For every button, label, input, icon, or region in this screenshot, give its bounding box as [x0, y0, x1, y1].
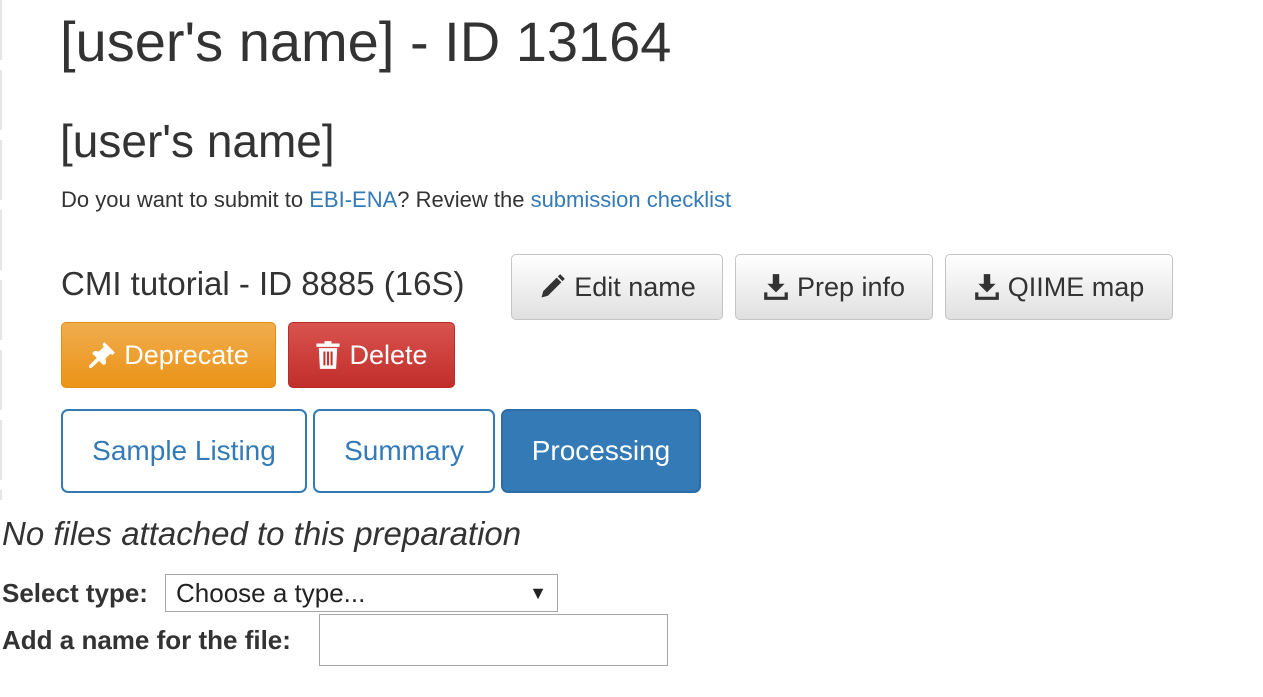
- caret-down-icon: ▼: [529, 582, 547, 603]
- tab-processing[interactable]: Processing: [501, 409, 701, 493]
- prep-info-button[interactable]: Prep info: [735, 254, 933, 320]
- study-name: [user's name]: [60, 115, 335, 167]
- edit-name-button[interactable]: Edit name: [511, 254, 723, 320]
- ebi-submission-note: Do you want to submit to EBI-ENA? Review…: [61, 187, 731, 213]
- download-icon: [974, 273, 1000, 301]
- delete-label: Delete: [349, 339, 428, 370]
- download-icon: [763, 273, 789, 301]
- ebi-note-prefix: Do you want to submit to: [61, 187, 310, 212]
- submission-checklist-link[interactable]: submission checklist: [531, 187, 732, 212]
- edit-name-label: Edit name: [574, 271, 696, 302]
- ebi-note-middle: ? Review the: [397, 187, 531, 212]
- file-name-input[interactable]: [319, 614, 668, 666]
- tab-summary[interactable]: Summary: [313, 409, 495, 493]
- prep-title: CMI tutorial - ID 8885 (16S): [61, 265, 465, 302]
- ebi-ena-link[interactable]: EBI-ENA: [309, 187, 397, 212]
- tab-sample-listing[interactable]: Sample Listing: [61, 409, 307, 493]
- qiime-map-button[interactable]: QIIME map: [945, 254, 1173, 320]
- pushpin-icon: [88, 341, 116, 369]
- deprecate-button[interactable]: Deprecate: [61, 322, 276, 388]
- deprecate-label: Deprecate: [124, 339, 249, 370]
- delete-button[interactable]: Delete: [288, 322, 455, 388]
- prep-info-label: Prep info: [796, 271, 906, 302]
- no-files-message: No files attached to this preparation: [2, 515, 522, 552]
- trash-icon: [315, 340, 341, 370]
- pencil-icon: [538, 273, 566, 301]
- select-type-label: Select type:: [2, 578, 148, 608]
- page: [user's name] - ID 13164 [user's name] D…: [0, 0, 1263, 697]
- qiime-map-label: QIIME map: [1007, 271, 1145, 302]
- page-title: [user's name] - ID 13164: [60, 10, 672, 73]
- file-type-select-value: Choose a type...: [176, 577, 366, 608]
- file-name-label: Add a name for the file:: [2, 625, 291, 655]
- left-divider: [0, 0, 2, 500]
- file-type-select[interactable]: Choose a type... ▼: [165, 574, 558, 612]
